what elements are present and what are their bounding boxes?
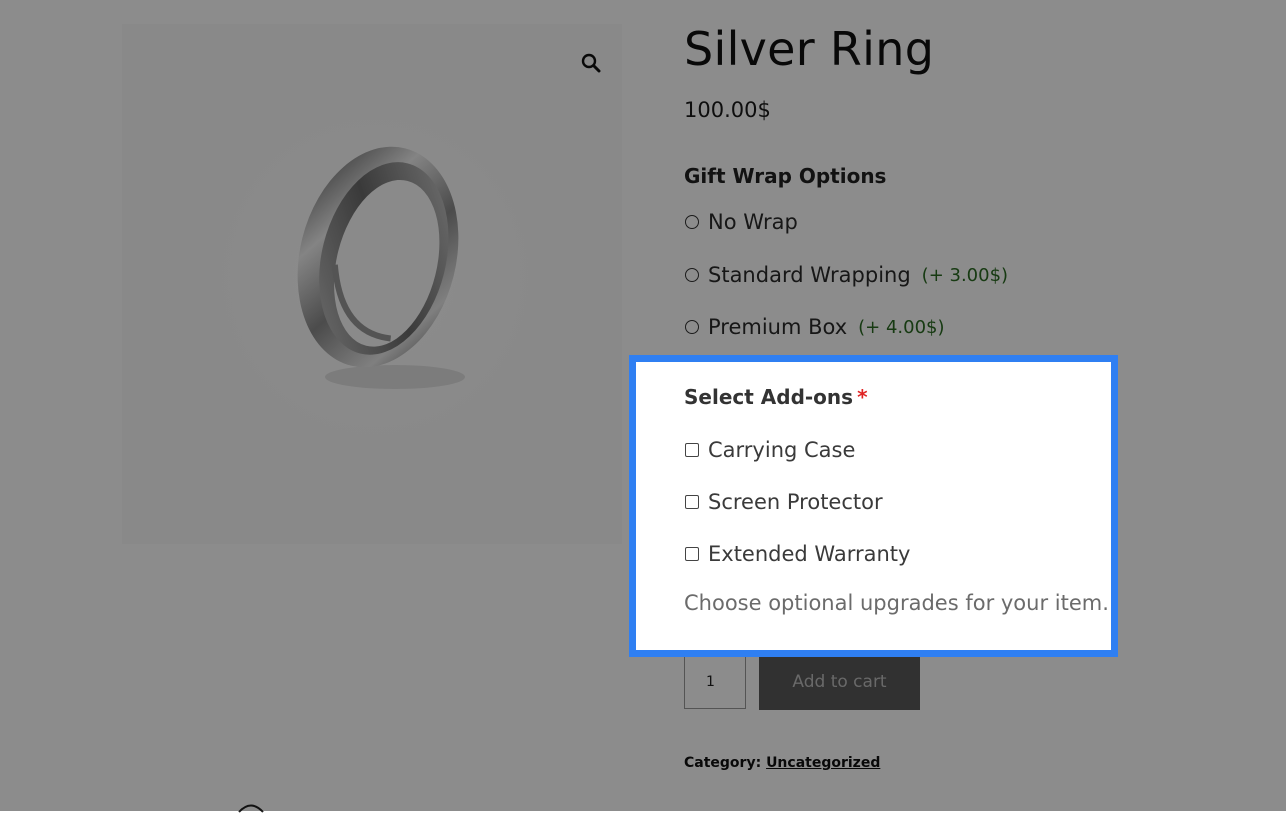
option-label: Carrying Case: [708, 438, 856, 462]
checkbox[interactable]: [685, 495, 699, 509]
required-marker: *: [857, 385, 868, 409]
addon-option-carrying-case[interactable]: Carrying Case: [684, 437, 855, 463]
addons-description: Choose optional upgrades for your item.: [684, 591, 1109, 615]
checkbox[interactable]: [685, 547, 699, 561]
option-label: Screen Protector: [708, 490, 883, 514]
checkbox[interactable]: [685, 443, 699, 457]
addon-option-screen-protector[interactable]: Screen Protector: [684, 489, 883, 515]
addons-section-highlight: Select Add-ons * Carrying Case Screen Pro…: [629, 355, 1118, 657]
addons-title: Select Add-ons *: [684, 385, 868, 409]
addons-title-text: Select Add-ons: [684, 385, 854, 409]
option-label: Extended Warranty: [708, 542, 911, 566]
addon-option-extended-warranty[interactable]: Extended Warranty: [684, 541, 910, 567]
